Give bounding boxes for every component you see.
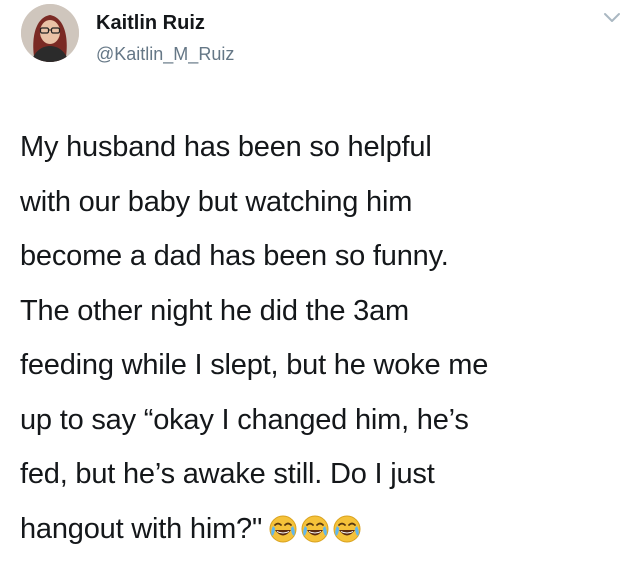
tweet-text-line: with our baby but watching him xyxy=(20,175,620,230)
tweet-text: My husband has been so helpful with our … xyxy=(20,120,620,562)
tweet-text-last-line: hangout with him?" xyxy=(20,502,620,562)
tweet-card: Kaitlin Ruiz @Kaitlin_M_Ruiz My husband … xyxy=(0,0,640,556)
tweet-text-line: hangout with him?" xyxy=(20,513,262,545)
face-with-tears-of-joy-icon xyxy=(268,508,298,538)
face-with-tears-of-joy-icon xyxy=(332,508,362,538)
chevron-down-icon[interactable] xyxy=(602,10,622,24)
emoji-row xyxy=(268,508,364,562)
tweet-text-line: The other night he did the 3am xyxy=(20,284,620,339)
tweet-text-line: fed, but he’s awake still. Do I just xyxy=(20,447,620,502)
author-display-name[interactable]: Kaitlin Ruiz xyxy=(96,12,205,35)
tweet-text-line: feeding while I slept, but he woke me xyxy=(20,338,620,393)
author-handle[interactable]: @Kaitlin_M_Ruiz xyxy=(96,44,234,65)
tweet-text-line: up to say “okay I changed him, he’s xyxy=(20,393,620,448)
face-with-tears-of-joy-icon xyxy=(300,508,330,538)
avatar[interactable] xyxy=(21,4,79,62)
tweet-text-line: My husband has been so helpful xyxy=(20,120,620,175)
tweet-text-line: become a dad has been so funny. xyxy=(20,229,620,284)
